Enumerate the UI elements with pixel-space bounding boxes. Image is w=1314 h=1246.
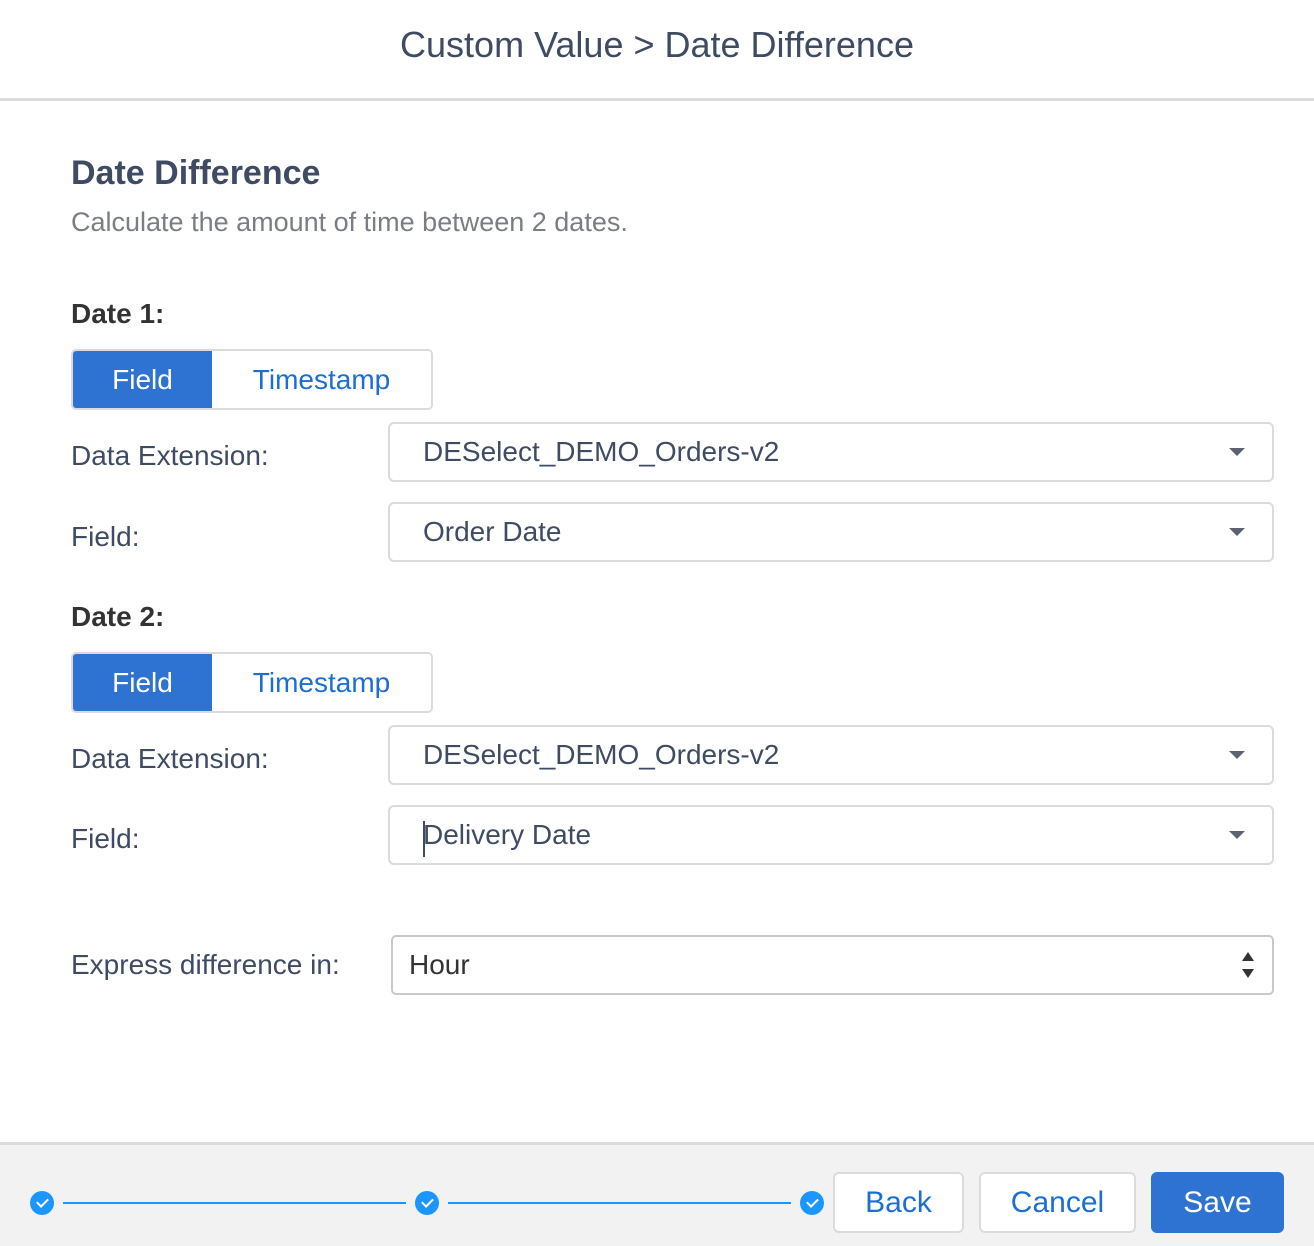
date1-timestamp-toggle-button[interactable]: Timestamp [212, 351, 431, 408]
progress-step-2 [415, 1191, 439, 1215]
section-description: Calculate the amount of time between 2 d… [71, 207, 628, 237]
date1-data-extension-label: Data Extension: [71, 440, 269, 471]
date2-label: Date 2: [71, 601, 165, 632]
express-difference-select[interactable]: Hour [391, 935, 1274, 995]
progress-step-1 [30, 1191, 54, 1215]
back-button[interactable]: Back [833, 1172, 964, 1233]
date1-field-value: Order Date [423, 516, 562, 547]
date2-data-extension-value: DESelect_DEMO_Orders-v2 [423, 739, 780, 770]
date1-data-extension-select[interactable]: DESelect_DEMO_Orders-v2 [388, 422, 1274, 482]
chevron-down-icon [1229, 751, 1245, 759]
chevron-down-icon [1229, 448, 1245, 456]
progress-line-1 [63, 1202, 406, 1204]
check-icon [35, 1195, 49, 1208]
express-difference-value: Hour [409, 949, 470, 980]
date2-timestamp-toggle-button[interactable]: Timestamp [212, 654, 431, 711]
up-down-arrows-icon [1241, 952, 1255, 978]
date1-field-label: Field: [71, 521, 140, 552]
date1-data-extension-value: DESelect_DEMO_Orders-v2 [423, 436, 780, 467]
cancel-button[interactable]: Cancel [979, 1172, 1136, 1233]
date1-field-select[interactable]: Order Date [388, 502, 1274, 562]
modal-header: Custom Value > Date Difference [0, 0, 1314, 101]
date2-data-extension-label: Data Extension: [71, 743, 269, 774]
date-difference-modal: Custom Value > Date Difference Date Diff… [0, 0, 1314, 1246]
date2-field-label: Field: [71, 823, 140, 854]
save-button[interactable]: Save [1151, 1172, 1284, 1233]
up-arrow-icon [1242, 952, 1254, 961]
date2-field-value-wrap: Delivery Date [423, 819, 1229, 857]
text-cursor [423, 821, 425, 857]
date1-field-toggle-button[interactable]: Field [73, 351, 212, 408]
date1-label: Date 1: [71, 298, 165, 329]
date2-source-toggle: Field Timestamp [71, 652, 433, 713]
chevron-down-icon [1229, 528, 1245, 536]
section-title: Date Difference [71, 154, 321, 192]
date2-field-value: Delivery Date [423, 819, 592, 850]
date2-field-toggle-button[interactable]: Field [73, 654, 212, 711]
express-difference-label: Express difference in: [71, 949, 340, 980]
date2-data-extension-select[interactable]: DESelect_DEMO_Orders-v2 [388, 725, 1274, 785]
check-icon [420, 1195, 434, 1208]
progress-line-2 [448, 1202, 791, 1204]
modal-footer: Back Cancel Save [0, 1142, 1314, 1246]
check-icon [805, 1195, 819, 1208]
down-arrow-icon [1242, 969, 1254, 978]
progress-step-3 [800, 1191, 824, 1215]
date2-field-select[interactable]: Delivery Date [388, 805, 1274, 865]
chevron-down-icon [1229, 831, 1245, 839]
modal-title: Custom Value > Date Difference [400, 24, 914, 65]
date1-source-toggle: Field Timestamp [71, 349, 433, 410]
